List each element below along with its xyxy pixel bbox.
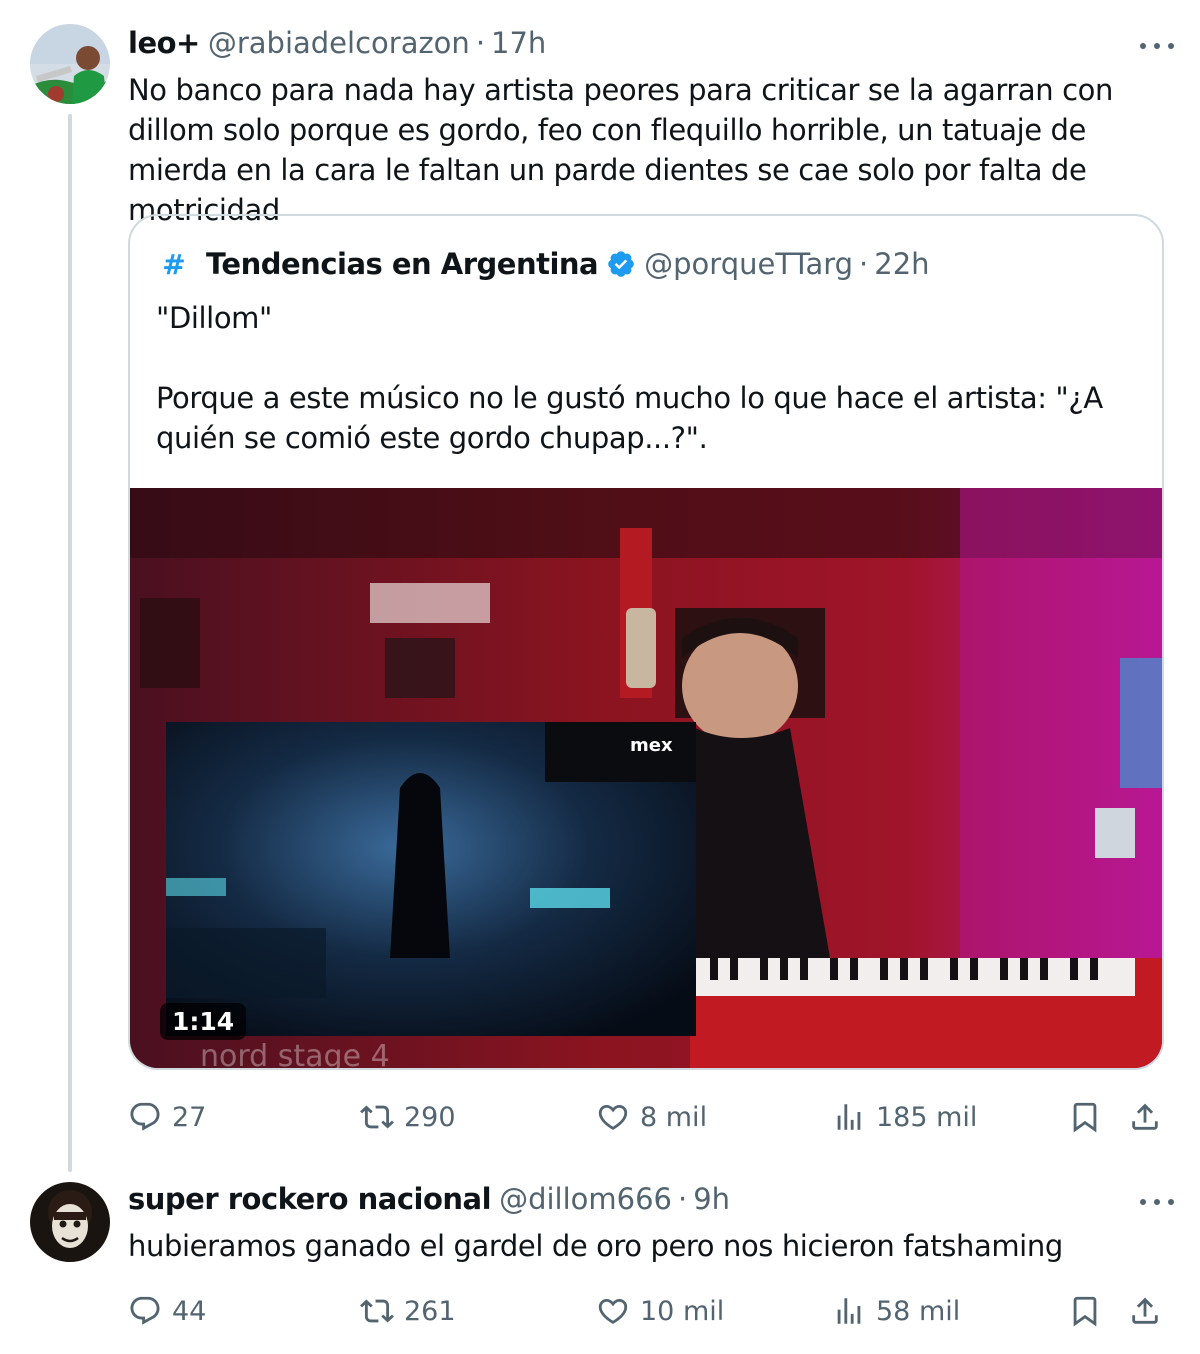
reply-count: 27 [172,1101,207,1133]
views-button[interactable]: 185 mil [832,1092,977,1142]
reply-count: 44 [172,1295,207,1327]
hashtag-icon: # [162,247,186,281]
bookmark-button[interactable] [1068,1092,1102,1142]
author-name[interactable]: leo+ [128,26,200,60]
tweet-text: hubieramos ganado el gardel de oro pero … [128,1229,1063,1263]
reply-button[interactable]: 44 [128,1286,206,1336]
repost-count: 290 [404,1101,456,1133]
tweet-timestamp[interactable]: 17h [491,26,546,60]
separator-dot: · [859,247,869,281]
like-icon [598,1298,628,1324]
tweet-1-header: leo+ @rabiadelcorazon · 17h [128,26,546,60]
repost-button[interactable]: 290 [360,1092,456,1142]
like-count: 10 mil [640,1295,725,1327]
video-duration: 1:14 [160,1003,247,1040]
like-button[interactable]: 8 mil [596,1092,707,1142]
view-count: 185 mil [876,1101,978,1133]
share-button[interactable] [1128,1092,1162,1142]
quoted-timestamp[interactable]: 22h [874,247,929,281]
reply-icon [130,1102,160,1131]
views-icon [837,1298,861,1324]
quoted-body-text: Porque a este músico no le gustó mucho l… [156,381,1103,455]
tweet-2-actions: 44 261 10 mil 58 mil [128,1286,1168,1336]
reply-button[interactable]: 27 [128,1092,206,1142]
video-caption-overlay: nord stage 4 [200,1039,390,1070]
tweet-timestamp[interactable]: 9h [693,1182,730,1216]
video-thumbnail: mex nord stage 4 [130,488,1162,1070]
quoted-tweet-card[interactable]: # Tendencias en Argentina @porqueTTarg ·… [128,214,1164,1070]
verified-icon [608,251,634,277]
bookmark-icon [1073,1102,1097,1133]
views-button[interactable]: 58 mil [832,1286,960,1336]
author-handle[interactable]: @rabiadelcorazon [208,26,470,60]
tweet-1-actions: 27 290 8 mil 185 mil [128,1092,1168,1142]
author-name[interactable]: super rockero nacional [128,1182,492,1216]
thread-connector-line [68,114,72,1172]
tweet-text: No banco para nada hay artista peores pa… [128,73,1113,227]
repost-icon [360,1105,394,1129]
bookmark-button[interactable] [1068,1286,1102,1336]
like-button[interactable]: 10 mil [596,1286,724,1336]
quoted-tweet-header: # Tendencias en Argentina @porqueTTarg ·… [156,246,929,282]
tweet-2-header: super rockero nacional @dillom666 · 9h [128,1182,730,1216]
author-handle[interactable]: @dillom666 [499,1182,672,1216]
tweet-1[interactable]: leo+ @rabiadelcorazon · 17h No banco par… [0,0,1200,1172]
repost-icon [360,1299,394,1323]
separator-dot: · [475,26,486,60]
bookmark-icon [1073,1296,1097,1327]
separator-dot: · [678,1182,688,1216]
quoted-author-name[interactable]: Tendencias en Argentina [206,247,599,281]
quoted-author-handle[interactable]: @porqueTTarg [644,247,853,281]
reply-icon [130,1296,160,1325]
avatar-super-rockero[interactable] [30,1182,110,1262]
video-player[interactable]: mex nord stage 4 1:14 [130,488,1162,1070]
repost-button[interactable]: 261 [360,1286,456,1336]
video-logo: mex [630,735,673,756]
avatar-leo[interactable] [30,24,110,104]
quoted-title-line: "Dillom" [156,301,272,335]
more-options-icon[interactable] [1140,40,1174,52]
share-icon [1132,1103,1158,1130]
share-icon [1132,1297,1158,1324]
share-button[interactable] [1128,1286,1162,1336]
like-count: 8 mil [640,1101,708,1133]
like-icon [598,1104,628,1130]
more-options-icon[interactable] [1140,1196,1174,1208]
view-count: 58 mil [876,1295,961,1327]
tweet-2[interactable]: super rockero nacional @dillom666 · 9h h… [0,1170,1200,1354]
repost-count: 261 [404,1295,456,1327]
views-icon [837,1104,861,1130]
